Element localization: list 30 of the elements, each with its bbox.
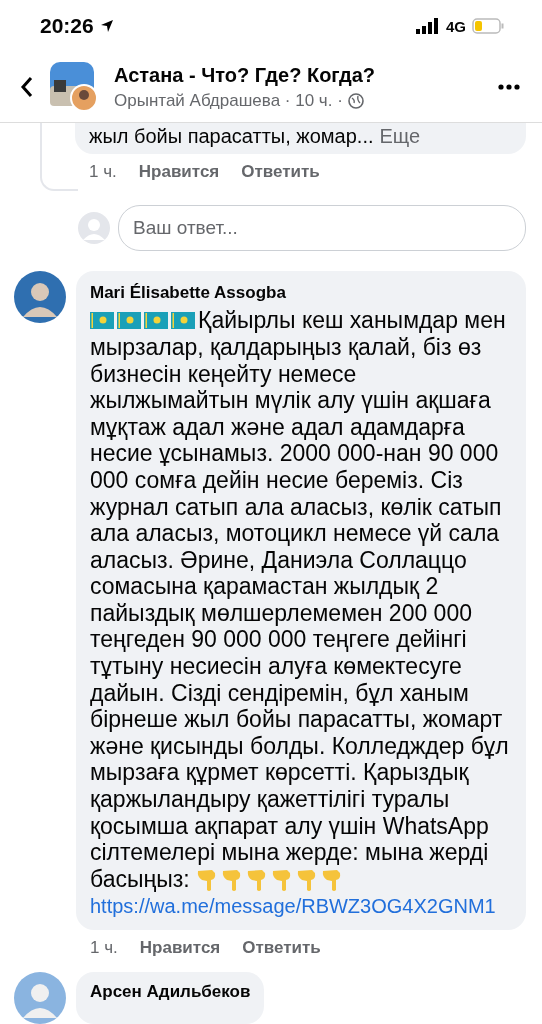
more-icon[interactable]	[498, 84, 520, 91]
comment-author[interactable]: Mari Élisabette Assogba	[90, 283, 512, 304]
group-title: Астана - Что? Где? Когда?	[114, 63, 376, 87]
avatar	[78, 212, 110, 245]
clock: 20:26	[40, 14, 94, 39]
flag-icon	[117, 312, 141, 330]
comment-time: 1 ч.	[90, 938, 118, 958]
see-more-link[interactable]: Еще	[379, 125, 421, 149]
comment-author[interactable]: Арсен Адильбеков	[90, 982, 251, 1001]
like-link[interactable]: Нравится	[138, 162, 220, 183]
reply-link[interactable]: Ответить	[241, 162, 320, 183]
flag-icon	[144, 312, 168, 330]
reply-excerpt: жыл бойы парасатты, жомар...	[89, 125, 374, 149]
back-icon[interactable]	[20, 76, 34, 99]
signal-icon	[416, 18, 440, 35]
like-link[interactable]: Нравится	[139, 938, 221, 958]
avatar	[14, 972, 66, 1024]
location-arrow-icon	[99, 19, 114, 34]
reply-input[interactable]: Ваш ответ...	[118, 205, 526, 252]
flag-icon	[90, 312, 114, 330]
post-author-and-time: Орынтай Абдрашева · 10 ч. ·	[114, 90, 343, 111]
battery-icon	[472, 18, 504, 35]
avatar	[14, 271, 66, 324]
group-avatar[interactable]	[50, 62, 98, 113]
reply-time: 1 ч.	[89, 162, 117, 183]
network-type: 4G	[446, 17, 466, 35]
flag-icon	[171, 312, 195, 330]
whatsapp-link[interactable]: https://wa.me/message/RBWZ3OG4X2GNM1	[90, 895, 496, 918]
comment-text: Қайырлы кеш ханымдар мен мырзалар, қалдарыңыз қалай, біз өз бизнесін кеңейту немесе жылжымайтын мүлік алу үшін ақшаға мұқтаж адал және адал адамдарға несие ұсынамыз. 2000 000-нан 90 000 000 сомға дейін несие береміз. Сіз журнал сатып ала аласыз, көлік сатып ала аласыз, мотоцикл немесе үй сала аласыз. Әрине, Даниэла Соллаццо сомасына қарамастан жылдық 2 пайыздық мөлшерлемемен 200 000 теңгеден 90 000 000 теңгеге дейінгі тұтыну несиесін алуға көмектесуге дайын. Сізді сендіремін, бұл ханым бірнеше жыл бойы парасатты, жомарт және қисынды болды. Колледждер бұл мырзаға құрмет көрсетті. Қарыздық қаржыландыру қажеттілігі туралы қосымша ақпарат алу үшін WhatsApp сілтемелері мына жерде: мына жерді басыңыз: https://wa.me/message/RBWZ3OG4X2GNM1	[90, 307, 510, 920]
reply-link[interactable]: Ответить	[242, 938, 321, 958]
